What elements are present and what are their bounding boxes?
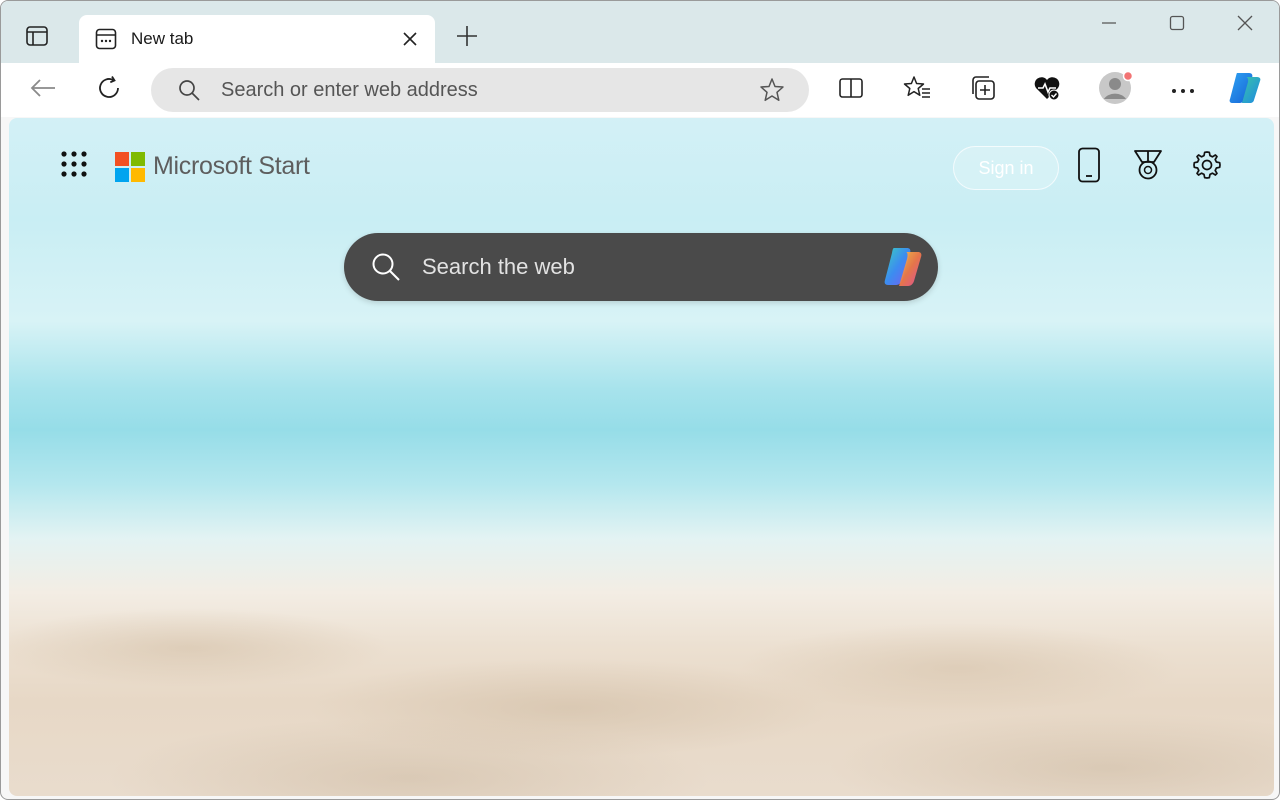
address-bar[interactable]: [151, 68, 809, 112]
web-search-input[interactable]: [422, 254, 878, 280]
tab-title: New tab: [131, 29, 194, 48]
new-tab-page: Microsoft Start Sign in: [9, 118, 1274, 796]
app-grid-icon: [60, 150, 88, 183]
copilot-button[interactable]: [1225, 71, 1265, 109]
split-screen-icon: [838, 77, 864, 104]
settings-gear-icon: [1192, 150, 1222, 185]
phone-icon: [1077, 147, 1101, 188]
collections-icon: [970, 75, 996, 106]
plus-icon: [456, 25, 478, 52]
logo-square-blue: [115, 168, 129, 182]
refresh-button[interactable]: [89, 71, 129, 109]
rewards-medal-icon: [1132, 149, 1164, 186]
settings-button[interactable]: [1186, 146, 1228, 188]
add-favorite-star-icon[interactable]: [757, 75, 787, 105]
close-icon: [1237, 15, 1253, 36]
split-screen-button[interactable]: [831, 71, 871, 109]
logo-square-yellow: [131, 168, 145, 182]
close-window-button[interactable]: [1222, 9, 1268, 41]
tab-actions-button[interactable]: [19, 21, 55, 55]
copilot-icon: [1227, 71, 1263, 110]
brand-title[interactable]: Microsoft Start: [153, 152, 310, 181]
new-tab-page-icon: [95, 28, 117, 50]
browser-window: New tab Search or enter web address Micr…: [0, 0, 1280, 800]
minimize-button[interactable]: [1086, 9, 1132, 41]
search-icon: [177, 78, 201, 102]
favorites-icon: [903, 75, 931, 106]
rewards-button[interactable]: [1127, 146, 1169, 188]
back-button[interactable]: [23, 71, 63, 109]
address-input[interactable]: [221, 78, 757, 102]
maximize-button[interactable]: [1154, 9, 1200, 41]
logo-square-red: [115, 152, 129, 166]
tab-strip: New tab: [1, 1, 1279, 63]
copilot-search-icon[interactable]: [878, 242, 928, 292]
refresh-icon: [96, 75, 122, 106]
tab-close-icon[interactable]: [399, 28, 421, 50]
more-options-button[interactable]: [1163, 71, 1203, 109]
logo-square-green: [131, 152, 145, 166]
browser-essentials-icon: [1033, 75, 1061, 106]
minimize-icon: [1101, 15, 1117, 36]
back-arrow-icon: [30, 78, 56, 103]
background-image: [9, 558, 1274, 796]
favorites-button[interactable]: [897, 71, 937, 109]
profile-button[interactable]: [1095, 70, 1135, 111]
microsoft-logo[interactable]: [115, 152, 145, 182]
web-search-box[interactable]: [344, 233, 938, 301]
new-tab-button[interactable]: [451, 23, 483, 53]
tab-new-tab[interactable]: New tab: [79, 15, 435, 63]
collections-button[interactable]: [963, 71, 1003, 109]
tab-actions-icon: [26, 25, 48, 51]
search-icon: [370, 251, 402, 283]
profile-avatar-icon: [1097, 70, 1134, 111]
sign-in-button[interactable]: Sign in: [953, 146, 1059, 190]
apps-launcher-button[interactable]: [57, 148, 91, 184]
navigation-toolbar: [1, 63, 1279, 117]
more-icon: [1171, 81, 1195, 99]
browser-essentials-button[interactable]: [1027, 71, 1067, 109]
maximize-icon: [1169, 15, 1185, 36]
phone-button[interactable]: [1068, 146, 1110, 188]
